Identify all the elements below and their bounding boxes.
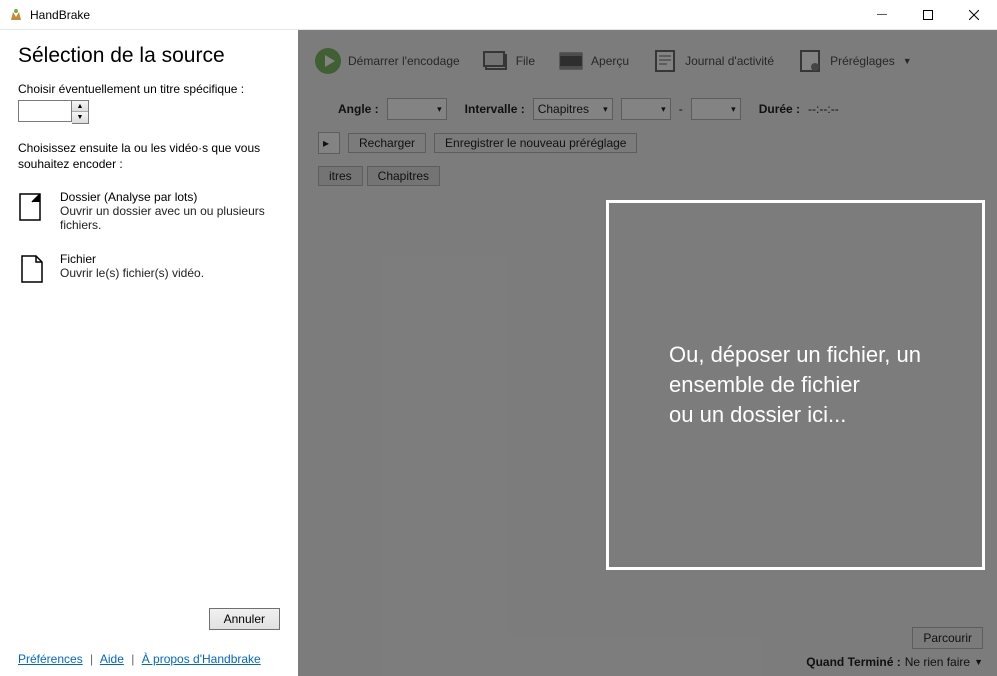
activity-log-button[interactable]: Journal d'activité: [643, 43, 782, 79]
duration-label: Durée :: [759, 102, 800, 116]
title-number-spinner[interactable]: ▲ ▼: [18, 100, 280, 124]
range-start-select[interactable]: ▾: [621, 98, 671, 120]
footer-links: Préférences | Aide | À propos d'Handbrak…: [18, 630, 280, 666]
chevron-down-icon: ▼: [974, 657, 983, 667]
titlebar: HandBrake —: [0, 0, 997, 30]
drop-zone[interactable]: Ou, déposer un fichier, un ensemble de f…: [606, 200, 985, 570]
footer: Parcourir Quand Terminé : Ne rien faire …: [298, 620, 997, 676]
preview-icon: [557, 47, 585, 75]
range-separator: -: [679, 102, 683, 116]
open-folder-title: Dossier (Analyse par lots): [60, 190, 280, 204]
minimize-button[interactable]: —: [859, 0, 905, 30]
close-icon: [969, 10, 979, 20]
panel-heading: Sélection de la source: [18, 44, 280, 68]
window-title: HandBrake: [30, 8, 90, 22]
presets-icon: [796, 47, 824, 75]
cancel-button[interactable]: Annuler: [209, 608, 280, 630]
title-number-input[interactable]: [18, 100, 72, 122]
when-done-label: Quand Terminé :: [806, 655, 900, 669]
queue-icon: [482, 47, 510, 75]
file-icon: [18, 254, 46, 284]
title-number-label: Choisir éventuellement un titre spécifiq…: [18, 82, 280, 96]
spinner-up-button[interactable]: ▲: [72, 101, 88, 112]
drop-zone-message: Ou, déposer un fichier, un ensemble de f…: [669, 340, 922, 429]
open-folder-sub: Ouvrir un dossier avec un ou plusieurs f…: [60, 204, 280, 232]
activity-icon: [651, 47, 679, 75]
app-icon: [8, 7, 24, 23]
maximize-button[interactable]: [905, 0, 951, 30]
close-button[interactable]: [951, 0, 997, 30]
open-file-title: Fichier: [60, 252, 204, 266]
main-area: Démarrer l'encodage File Aperçu Journal …: [298, 30, 997, 676]
toolbar: Démarrer l'encodage File Aperçu Journal …: [298, 30, 997, 92]
open-file-sub: Ouvrir le(s) fichier(s) vidéo.: [60, 266, 204, 280]
range-label: Intervalle :: [465, 102, 525, 116]
duration-value: --:--:--: [808, 102, 839, 116]
preset-row: ▸ Recharger Enregistrer le nouveau préré…: [298, 126, 997, 160]
angle-select[interactable]: ▾: [387, 98, 447, 120]
angle-label: Angle :: [338, 102, 379, 116]
about-link[interactable]: À propos d'Handbrake: [142, 652, 261, 666]
maximize-icon: [923, 10, 933, 20]
spinner-down-button[interactable]: ▼: [72, 112, 88, 123]
queue-button[interactable]: File: [474, 43, 543, 79]
folder-icon: [18, 192, 46, 222]
reload-button[interactable]: Recharger: [348, 133, 426, 153]
open-folder-option[interactable]: Dossier (Analyse par lots) Ouvrir un dos…: [18, 190, 280, 232]
play-icon: [314, 47, 342, 75]
presets-button[interactable]: Préréglages ▼: [788, 43, 920, 79]
browse-button[interactable]: Parcourir: [912, 627, 983, 649]
range-end-select[interactable]: ▾: [691, 98, 741, 120]
instruction-text: Choisissez ensuite la ou les vidéo·s que…: [18, 140, 280, 172]
title-row: Angle : ▾ Intervalle : Chapitres▾ ▾ - ▾ …: [298, 92, 997, 126]
preview-button[interactable]: Aperçu: [549, 43, 637, 79]
chevron-down-icon: ▼: [903, 56, 912, 66]
open-file-option[interactable]: Fichier Ouvrir le(s) fichier(s) vidéo.: [18, 252, 280, 284]
preferences-link[interactable]: Préférences: [18, 652, 83, 666]
help-link[interactable]: Aide: [100, 652, 124, 666]
preset-play-button[interactable]: ▸: [318, 132, 340, 154]
range-mode-select[interactable]: Chapitres▾: [533, 98, 613, 120]
save-new-preset-button[interactable]: Enregistrer le nouveau préréglage: [434, 133, 637, 153]
tab-subtitles[interactable]: itres: [318, 166, 363, 186]
when-done-value[interactable]: Ne rien faire: [905, 655, 970, 669]
tabs-row: itres Chapitres: [298, 160, 997, 192]
tab-chapters[interactable]: Chapitres: [367, 166, 440, 186]
start-encode-button[interactable]: Démarrer l'encodage: [306, 43, 468, 79]
source-selection-panel: Sélection de la source Choisir éventuell…: [0, 30, 298, 676]
